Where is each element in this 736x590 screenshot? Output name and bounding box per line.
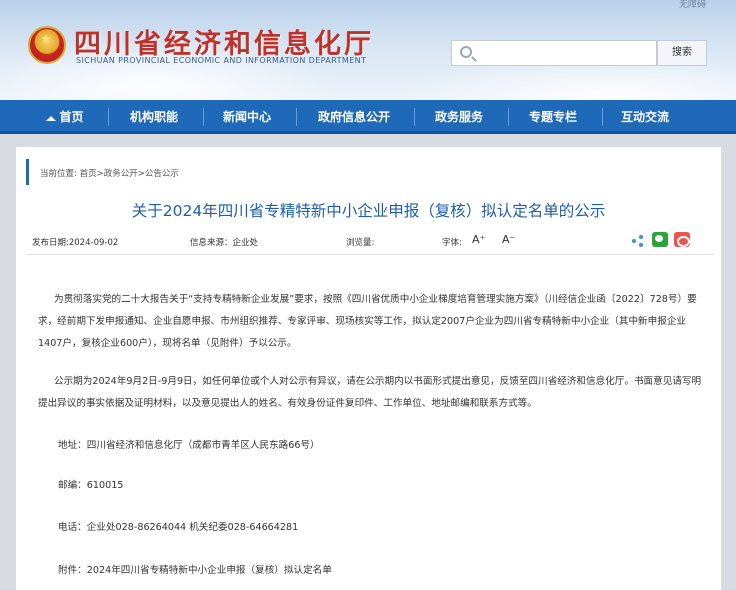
site-subtitle: SICHUAN PROVINCIAL ECONOMIC AND INFORMAT… xyxy=(76,56,367,65)
nav-item-gov-info[interactable]: 政府信息公开 xyxy=(306,100,402,134)
font-decrease-button[interactable]: A⁻ xyxy=(502,233,515,246)
nav-separator xyxy=(108,108,109,126)
nav-separator xyxy=(602,108,603,126)
nav-separator xyxy=(296,108,297,126)
share-icon[interactable] xyxy=(632,235,644,247)
weibo-icon[interactable] xyxy=(674,232,690,247)
breadcrumb: 当前位置: 首页>政务公开>公告公示 xyxy=(40,167,179,179)
nav-separator xyxy=(508,108,509,126)
article-paragraph: 公示期为2024年9月2日-9月9日，如任何单位或个人对公示有异议，请在公示期内… xyxy=(38,376,702,409)
view-count: 浏览量: xyxy=(346,238,375,248)
national-emblem-icon xyxy=(28,26,66,64)
font-size-label: 字体: xyxy=(442,238,462,248)
contact-postcode: 邮编：610015 xyxy=(58,480,124,491)
nav-item-functions[interactable]: 机构职能 xyxy=(118,100,190,134)
search-input[interactable] xyxy=(451,40,657,66)
nav-item-interaction[interactable]: 互动交流 xyxy=(610,100,680,134)
nav-item-news[interactable]: 新闻中心 xyxy=(212,100,282,134)
article-panel: 当前位置: 首页>政务公开>公告公示 关于2024年四川省专精特新中小企业申报（… xyxy=(16,147,721,590)
wechat-icon[interactable] xyxy=(652,232,668,247)
info-source: 信息来源：企业处 xyxy=(190,238,259,248)
font-increase-button[interactable]: A⁺ xyxy=(472,233,485,246)
article-title: 关于2024年四川省专精特新中小企业申报（复核）拟认定名单的公示 xyxy=(131,202,606,220)
publish-date: 发布日期:2024-09-02 xyxy=(32,238,119,248)
contact-phone: 电话：企业处028-86264044 机关纪委028-64664281 xyxy=(58,522,299,533)
attachment-link[interactable]: 附件：2024年四川省专精特新中小企业申报（复核）拟认定名单 xyxy=(58,560,698,582)
nav-separator xyxy=(414,108,415,126)
article-paragraph: 为贯彻落实党的二十大报告关于“支持专精特新企业发展”要求，按照《四川省优质中小企… xyxy=(38,294,697,349)
nav-item-services[interactable]: 政务服务 xyxy=(424,100,494,134)
accessibility-link[interactable]: 无障碍 xyxy=(679,0,706,10)
breadcrumb-accent xyxy=(26,159,29,185)
main-nav: 首页 机构职能 新闻中心 政府信息公开 政务服务 专题专栏 互动交流 xyxy=(0,100,736,134)
search-icon xyxy=(460,46,472,58)
divider xyxy=(26,254,714,255)
nav-item-topics[interactable]: 专题专栏 xyxy=(518,100,588,134)
nav-separator xyxy=(203,108,204,126)
contact-address: 地址：四川省经济和信息化厅（成都市青羊区人民东路66号） xyxy=(58,440,320,451)
search-button[interactable]: 搜索 xyxy=(657,40,707,66)
site-header: 无障碍 四川省经济和信息化厅 SICHUAN PROVINCIAL ECONOM… xyxy=(0,0,736,100)
nav-item-label: 首页 xyxy=(59,110,84,124)
home-icon xyxy=(46,116,57,121)
breadcrumb-label: 当前位置: xyxy=(40,169,77,179)
breadcrumb-path[interactable]: 首页>政务公开>公告公示 xyxy=(80,169,179,179)
nav-item-home[interactable]: 首页 xyxy=(40,100,90,134)
